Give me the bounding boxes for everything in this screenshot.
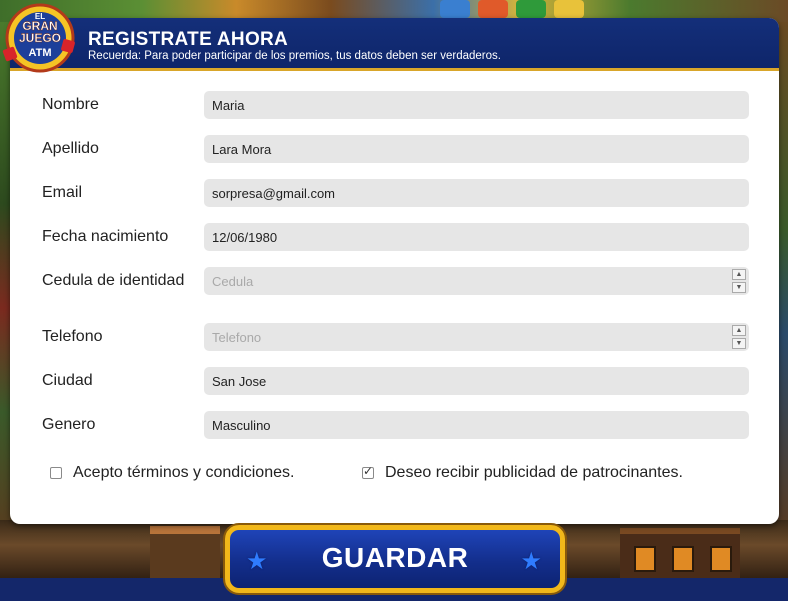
apellido-input[interactable] xyxy=(204,135,749,163)
nombre-input[interactable] xyxy=(204,91,749,119)
house-window xyxy=(710,546,732,572)
gran-juego-atm-logo: EL GRAN JUEGO ATM xyxy=(2,3,75,73)
ads-checkbox[interactable] xyxy=(362,464,374,479)
cedula-input[interactable] xyxy=(204,267,749,295)
terms-checkbox-label: Acepto términos y condiciones. xyxy=(73,464,295,481)
nombre-label: Nombre xyxy=(42,96,99,113)
genero-input[interactable] xyxy=(204,411,749,439)
panel-header: REGISTRATE AHORA Recuerda: Para poder pa… xyxy=(10,18,779,71)
ciudad-label: Ciudad xyxy=(42,372,93,389)
background-tile xyxy=(440,0,470,18)
fecha-nacimiento-label: Fecha nacimiento xyxy=(42,228,169,245)
telefono-spinner: ▲ ▼ xyxy=(732,325,746,349)
terms-checkbox-row[interactable]: Acepto términos y condiciones. xyxy=(50,464,294,482)
spinner-down-icon[interactable]: ▼ xyxy=(732,282,746,293)
spinner-up-icon[interactable]: ▲ xyxy=(732,269,746,280)
spinner-down-icon[interactable]: ▼ xyxy=(732,338,746,349)
spinner-up-icon[interactable]: ▲ xyxy=(732,325,746,336)
telefono-label: Telefono xyxy=(42,328,103,345)
telefono-input[interactable] xyxy=(204,323,749,351)
email-input[interactable] xyxy=(204,179,749,207)
cedula-spinner: ▲ ▼ xyxy=(732,269,746,293)
background-tile xyxy=(554,0,584,18)
ciudad-input[interactable] xyxy=(204,367,749,395)
star-icon: ★ xyxy=(520,547,542,575)
save-button-label: GUARDAR xyxy=(321,542,469,573)
fecha-nacimiento-input[interactable] xyxy=(204,223,749,251)
background-house xyxy=(620,528,740,584)
page-title: REGISTRATE AHORA xyxy=(88,29,289,50)
page-subtitle: Recuerda: Para poder participar de los p… xyxy=(88,50,501,62)
background-tile xyxy=(516,0,546,18)
email-label: Email xyxy=(42,184,83,201)
registration-panel: REGISTRATE AHORA Recuerda: Para poder pa… xyxy=(10,18,779,524)
genero-label: Genero xyxy=(42,416,96,433)
terms-checkbox[interactable] xyxy=(50,467,62,479)
logo-text: JUEGO xyxy=(19,31,61,45)
background-hut xyxy=(150,526,220,586)
apellido-label: Apellido xyxy=(42,140,99,157)
house-window xyxy=(672,546,694,572)
background-tile xyxy=(478,0,508,18)
cedula-field: ▲ ▼ xyxy=(204,267,749,295)
ads-checkbox-row[interactable]: Deseo recibir publicidad de patrocinante… xyxy=(362,464,683,482)
telefono-field: ▲ ▼ xyxy=(204,323,749,351)
ads-checkbox-label: Deseo recibir publicidad de patrocinante… xyxy=(385,464,683,481)
house-window xyxy=(634,546,656,572)
save-button[interactable]: ★ GUARDAR ★ xyxy=(225,525,565,593)
logo-text: ATM xyxy=(28,47,51,59)
cedula-label: Cedula de identidad xyxy=(42,272,185,289)
